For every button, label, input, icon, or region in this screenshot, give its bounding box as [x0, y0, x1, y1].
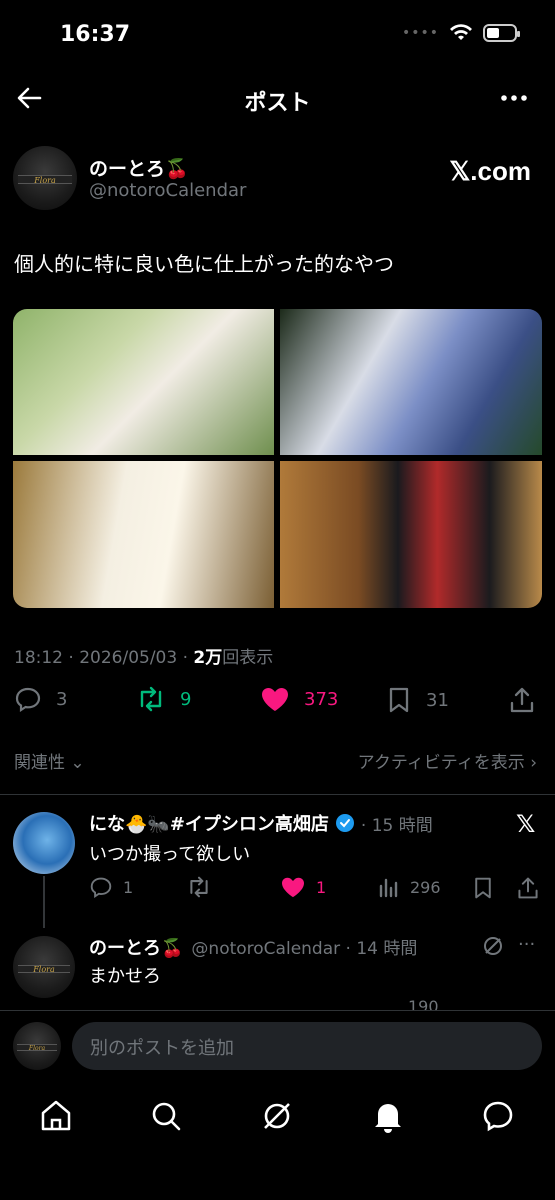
post-meta: 18:12 · 2026/05/03 · 2万回表示: [14, 648, 274, 668]
divider: [0, 794, 555, 795]
source-label: 𝕏.com: [449, 156, 531, 186]
page-title: ポスト: [244, 91, 311, 116]
reply-share-button[interactable]: [516, 876, 540, 900]
cellular-icon: ••••: [401, 25, 439, 41]
reply-time: · 15 時間: [360, 815, 433, 836]
heart-icon: [282, 877, 304, 898]
reply2-more-icon[interactable]: ···: [518, 934, 535, 955]
more-options-icon[interactable]: [499, 84, 529, 112]
grok-icon[interactable]: [482, 935, 504, 957]
reply-views[interactable]: 296: [378, 876, 441, 898]
repost-icon: [190, 876, 208, 898]
reply-like-button[interactable]: 1: [280, 876, 326, 898]
x-logo-icon: 𝕏: [516, 810, 536, 838]
share-button[interactable]: [508, 686, 536, 714]
reply-button[interactable]: 3: [14, 686, 67, 712]
show-activity-link[interactable]: アクティビティを表示 ›: [358, 748, 537, 773]
reply2-text: まかせろ: [89, 966, 161, 987]
bookmark-icon: [475, 877, 491, 899]
nav-grok-icon[interactable]: [257, 1096, 297, 1136]
bookmark-icon: [389, 687, 409, 713]
photo-2[interactable]: [280, 309, 542, 455]
reply-reply-count: 1: [123, 877, 134, 897]
like-button[interactable]: 373: [260, 686, 338, 712]
reply-like-count: 1: [316, 877, 327, 897]
reply-text: いつか撮って欲しい: [89, 844, 251, 865]
reply-header: にな🐣🐜#イプシロン高畑店 · 15 時間: [89, 810, 433, 836]
status-time: 16:37: [60, 22, 131, 47]
nav-notifications-icon[interactable]: [368, 1096, 408, 1136]
thread-line: [43, 876, 45, 928]
repost-icon: [140, 686, 162, 712]
photo-4[interactable]: [280, 461, 542, 608]
photo-3[interactable]: [13, 461, 274, 608]
reply2-handle-time: @notoroCalendar · 14 時間: [191, 939, 418, 959]
views-icon: [379, 878, 398, 898]
reply-count: 3: [56, 688, 68, 710]
repost-count: 9: [180, 688, 192, 710]
reply-repost-button[interactable]: [186, 876, 212, 898]
compose-avatar: Flora: [13, 1022, 61, 1070]
author-name[interactable]: のーとろ🍒: [89, 154, 189, 181]
compose-input[interactable]: 別のポストを追加: [72, 1022, 542, 1070]
share-icon: [518, 877, 538, 899]
like-count: 373: [304, 688, 339, 710]
reply2-header: のーとろ🍒 @notoroCalendar · 14 時間: [89, 934, 417, 960]
wifi-icon: [450, 24, 472, 40]
nav-search-icon[interactable]: [146, 1096, 186, 1136]
author-avatar[interactable]: Flora: [13, 146, 77, 210]
repost-button[interactable]: 9: [136, 686, 191, 712]
nav-messages-icon[interactable]: [478, 1096, 518, 1136]
bookmark-count: 31: [426, 689, 449, 711]
reply-avatar[interactable]: [13, 812, 75, 874]
reply-author-name[interactable]: にな🐣🐜#イプシロン高畑店: [89, 810, 329, 836]
share-icon: [510, 687, 534, 713]
reply-bookmark-button[interactable]: [472, 876, 494, 900]
sort-relevance[interactable]: 関連性 ⌄: [14, 748, 85, 773]
reply-icon: [15, 687, 41, 712]
reply2-author-name[interactable]: のーとろ🍒: [89, 934, 183, 960]
battery-icon: [483, 24, 520, 42]
bookmark-button[interactable]: 31: [386, 686, 449, 714]
heart-icon: [262, 688, 288, 711]
nav-home-icon[interactable]: [36, 1096, 76, 1136]
author-handle[interactable]: @notoroCalendar: [89, 180, 246, 201]
status-icons: ••••: [401, 24, 520, 42]
verified-badge-icon: [335, 814, 354, 832]
reply-view-count: 296: [410, 877, 441, 897]
photo-grid: [13, 309, 542, 608]
reply2-avatar[interactable]: Flora: [13, 936, 75, 998]
reply-reply-button[interactable]: 1: [89, 876, 133, 898]
reply-icon: [90, 877, 112, 898]
post-text: 個人的に特に良い色に仕上がった的なやつ: [14, 252, 394, 276]
photo-1[interactable]: [13, 309, 274, 455]
